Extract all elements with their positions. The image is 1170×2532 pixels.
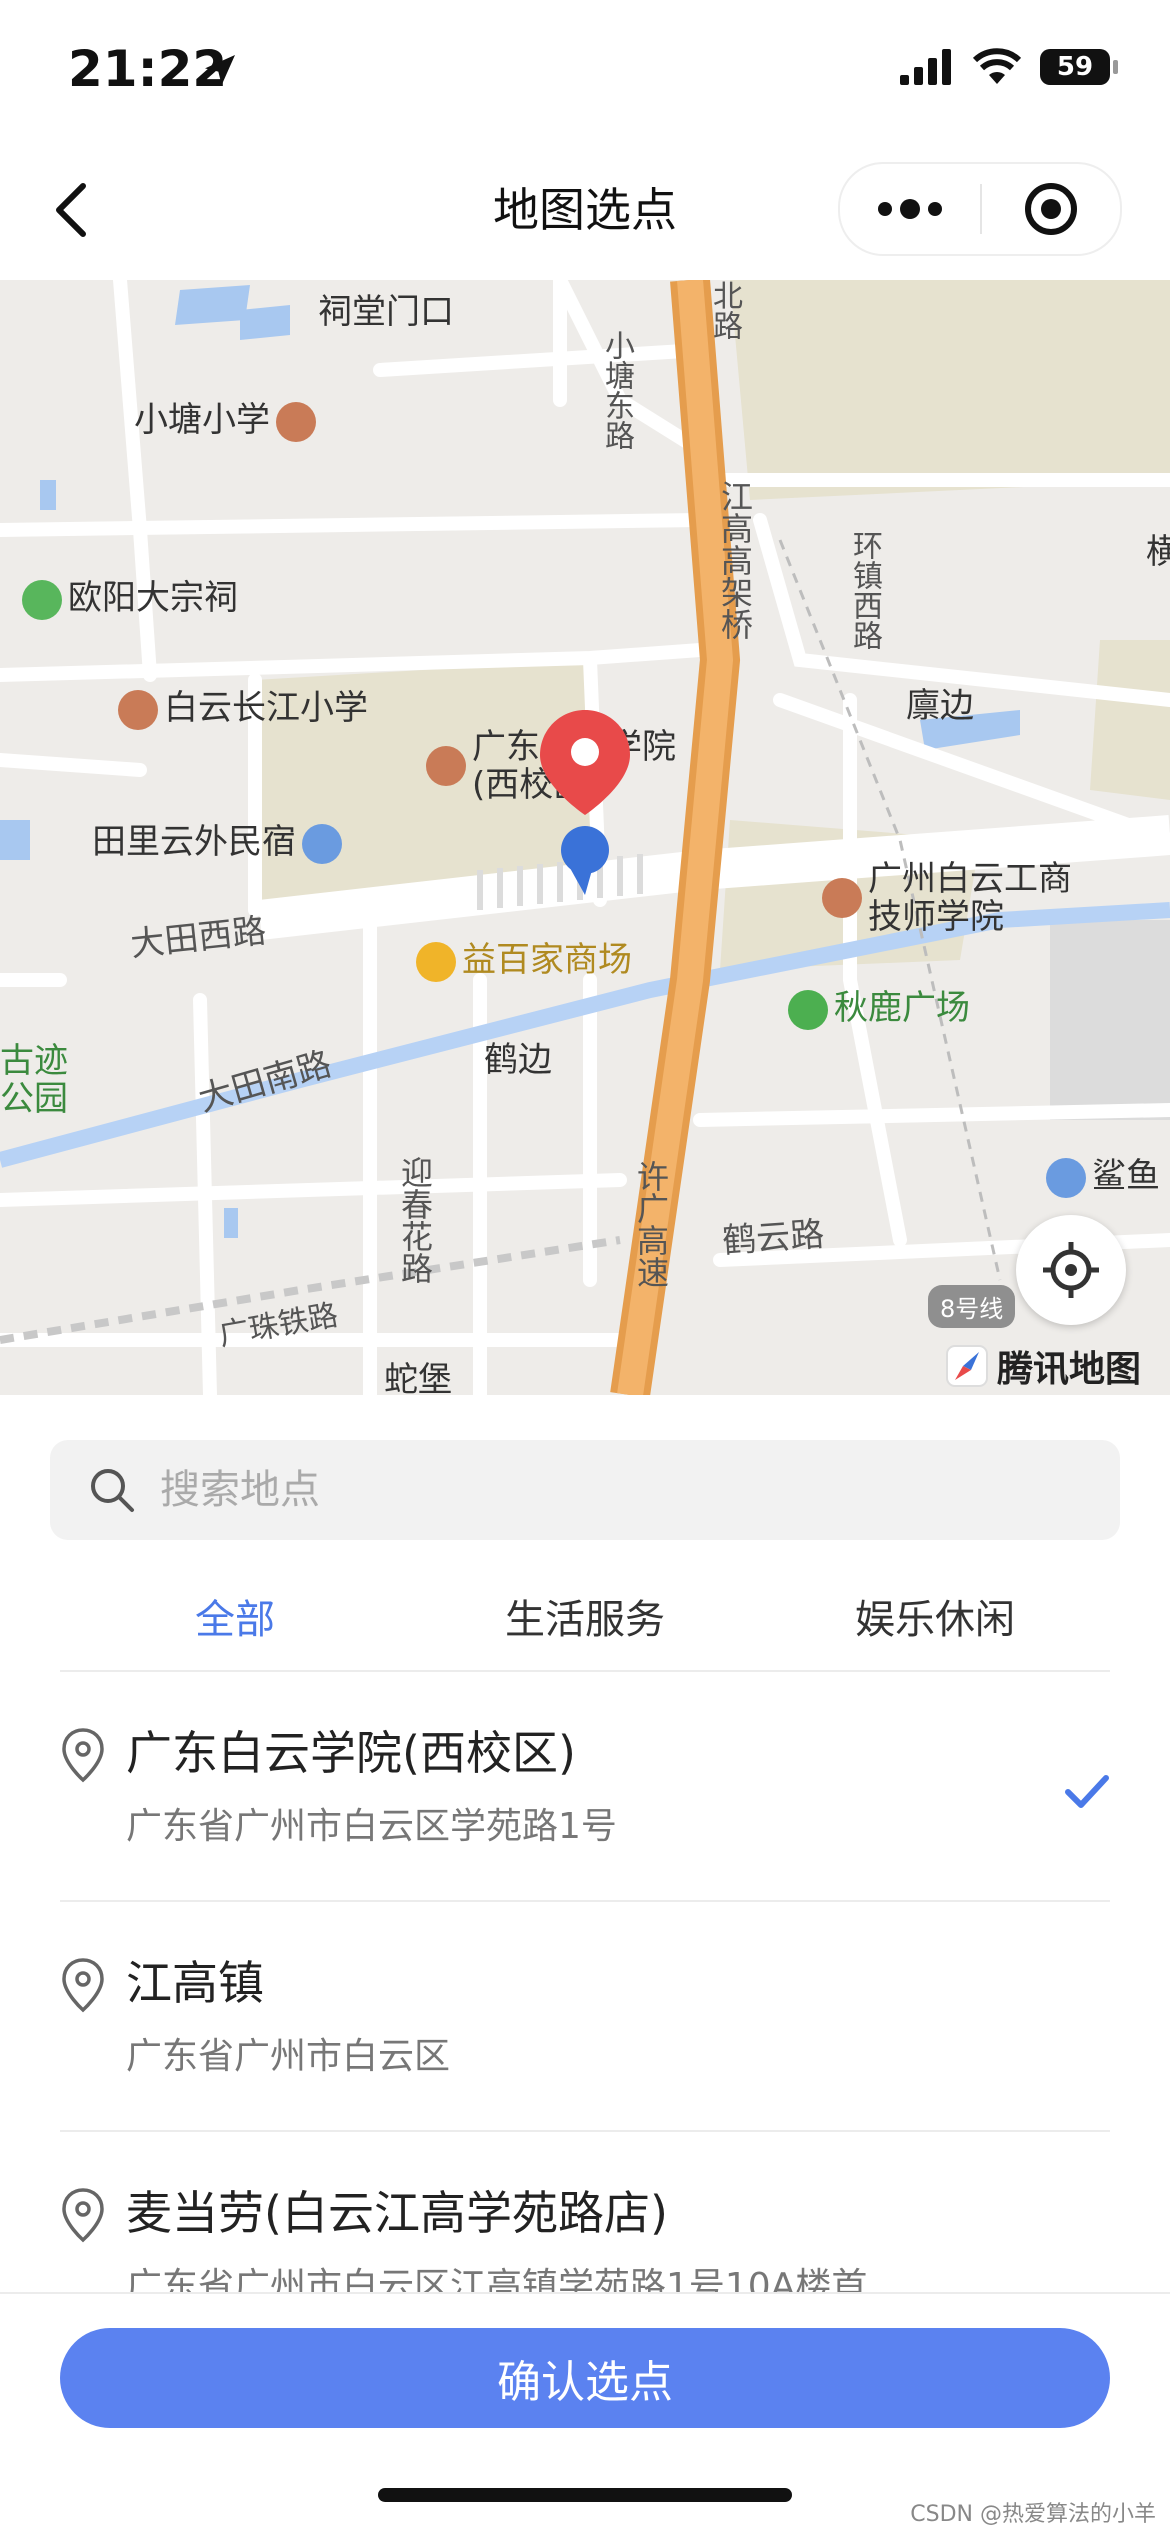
- location-arrow-icon: [205, 55, 235, 85]
- chevron-left-icon: [56, 183, 86, 237]
- status-indicators: 59: [900, 48, 1118, 86]
- map-provider-logo: 腾讯地图: [945, 1340, 1141, 1392]
- back-button[interactable]: [36, 175, 106, 245]
- map-label-text: 欧阳大宗祠: [68, 578, 238, 618]
- map-label-hebian: 鹤边: [484, 1040, 552, 1080]
- hotel-icon: [302, 823, 342, 864]
- location-pin-icon: [62, 1728, 104, 1783]
- map-label-shebao: 蛇堡: [384, 1360, 452, 1395]
- map-label-yibaijia: 益百家商场: [410, 932, 632, 982]
- metro-line-badge: 8号线: [928, 1285, 1016, 1328]
- tab-all[interactable]: 全部: [60, 1570, 410, 1670]
- wifi-icon: [972, 48, 1022, 84]
- map-label-text: 鲨鱼: [1092, 1156, 1160, 1196]
- nav-bar: 地图选点: [0, 140, 1170, 280]
- map-label-ouyang: 欧阳大宗祠: [16, 570, 238, 620]
- bottom-divider: [0, 2292, 1170, 2294]
- school-icon: [426, 746, 466, 786]
- map-label-text: 白云长江小学: [164, 688, 368, 728]
- map-label-hotel: 田里云外民宿: [92, 814, 348, 864]
- map-label-text: 秋鹿广场: [834, 988, 970, 1028]
- map-label-guji-line1: 古迹: [0, 1041, 68, 1081]
- map-label-north-road: 北路: [707, 280, 742, 340]
- map-logo-text: 腾讯地图: [997, 1349, 1142, 1390]
- place-item[interactable]: 麦当劳(白云江高学苑路店) 广东省广州市白云区江高镇学苑路1号10A楼首: [60, 2132, 1110, 2292]
- compass-logo-icon: [946, 1345, 988, 1387]
- search-bar[interactable]: [50, 1440, 1120, 1540]
- category-tabs: 全部 生活服务 娱乐休闲: [60, 1570, 1110, 1670]
- school-icon: [822, 878, 862, 918]
- map-view[interactable]: 祠堂门口 小塘小学 小塘东路 欧阳大宗祠 白云长江小学 广东白云学院(西校区) …: [0, 280, 1170, 1395]
- dot-icon: [878, 202, 892, 216]
- map-label-citang: 祠堂门口: [318, 292, 454, 332]
- place-address: 广东省广州市白云区学苑路1号: [126, 1806, 617, 1847]
- map-label-technician-line2: 技师学院: [868, 897, 1004, 937]
- map-label-qiulu: 秋鹿广场: [782, 980, 970, 1030]
- map-label-shayu: 鲨鱼: [1040, 1148, 1160, 1198]
- location-pin-icon: [62, 1958, 104, 2013]
- map-label-technician: 广州白云工商 技师学院: [816, 860, 1072, 936]
- map-label-jianggao-viaduct: 江高高架桥: [716, 480, 754, 640]
- status-bar: 21:22 59: [0, 0, 1170, 140]
- map-label-edge: 横: [1146, 532, 1170, 572]
- place-item[interactable]: 江高镇 广东省广州市白云区: [60, 1902, 1110, 2132]
- map-label-xuguang-expressway: 许广高速: [632, 1160, 670, 1288]
- map-label-huanzhen-west: 环镇西路: [847, 530, 882, 650]
- search-icon: [82, 1460, 142, 1520]
- search-input[interactable]: [158, 1466, 1062, 1514]
- dot-icon: [900, 199, 920, 219]
- map-label-text: 益百家商场: [462, 940, 632, 980]
- park-icon: [788, 989, 828, 1030]
- place-address: 广东省广州市白云区江高镇学苑路1号10A楼首: [126, 2266, 868, 2292]
- mini-program-capsule: [838, 162, 1122, 256]
- building-icon: [1046, 1157, 1086, 1198]
- map-label-technician-line1: 广州白云工商: [868, 859, 1072, 899]
- map-label-lianbian: 廪边: [906, 686, 974, 726]
- map-label-text: 田里云外民宿: [92, 822, 296, 862]
- map-label-guji: 古迹 公园: [0, 1042, 68, 1118]
- school-icon: [118, 689, 158, 730]
- map-label-yingchun: 迎春花路: [396, 1156, 434, 1284]
- selected-location-pin-icon: [540, 710, 630, 895]
- place-name: 麦当劳(白云江高学苑路店): [126, 2186, 668, 2240]
- battery-indicator: 59: [1040, 49, 1118, 85]
- place-address: 广东省广州市白云区: [126, 2036, 451, 2077]
- close-mini-program-button[interactable]: [982, 164, 1120, 254]
- map-label-heyun: 鹤云路: [720, 1214, 826, 1262]
- crosshair-icon: [1043, 1242, 1099, 1298]
- more-button[interactable]: [840, 164, 980, 254]
- map-label-xiaotang-east-road: 小塘东路: [599, 330, 634, 450]
- signal-icon: [900, 49, 951, 85]
- map-label-guji-line2: 公园: [0, 1079, 68, 1119]
- dot-icon: [928, 202, 942, 216]
- school-icon: [276, 401, 316, 442]
- target-circle-icon: [1025, 183, 1077, 235]
- place-item[interactable]: 广东白云学院(西校区) 广东省广州市白云区学苑路1号: [60, 1672, 1110, 1902]
- home-indicator: [378, 2488, 792, 2502]
- confirm-location-button[interactable]: 确认选点: [60, 2328, 1110, 2428]
- map-label-text: 小塘小学: [134, 400, 270, 440]
- tab-entertainment[interactable]: 娱乐休闲: [760, 1570, 1110, 1670]
- watermark: CSDN @热爱算法的小羊: [910, 2502, 1156, 2527]
- location-pin-icon: [62, 2188, 104, 2243]
- place-name: 广东白云学院(西校区): [126, 1726, 576, 1780]
- place-list: 广东白云学院(西校区) 广东省广州市白云区学苑路1号 江高镇 广东省广州市白云区…: [60, 1672, 1110, 2292]
- shopping-cart-icon: [416, 941, 456, 982]
- landmark-icon: [22, 579, 62, 620]
- place-name: 江高镇: [126, 1956, 264, 2010]
- map-label-changjiang-school: 白云长江小学: [112, 680, 368, 730]
- tab-life-services[interactable]: 生活服务: [410, 1570, 760, 1670]
- checkmark-icon: [1065, 1775, 1109, 1808]
- map-label-xiaotang-school: 小塘小学: [134, 392, 322, 442]
- locate-me-button[interactable]: [1016, 1215, 1126, 1325]
